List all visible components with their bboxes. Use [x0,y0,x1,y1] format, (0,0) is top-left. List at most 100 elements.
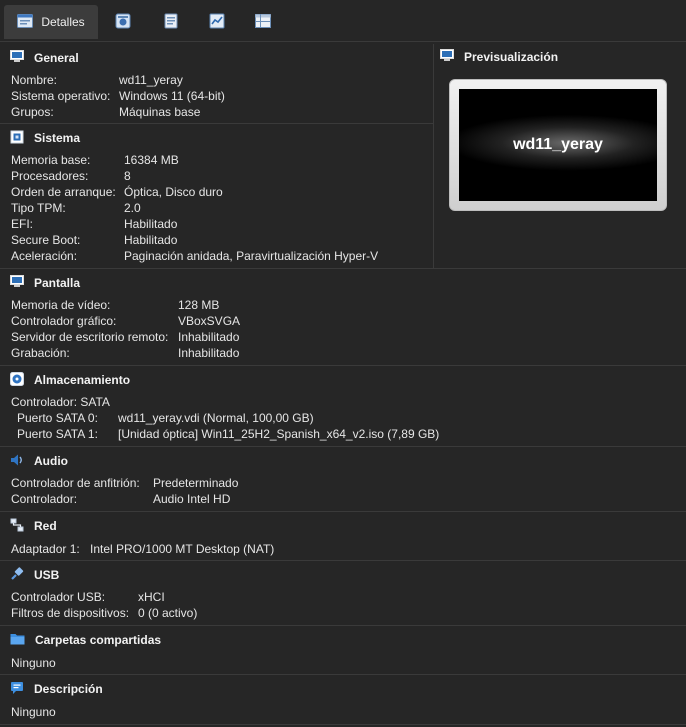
pantalla-row: Controlador gráfico: VBoxSVGA [11,313,671,329]
row-value: Predeterminado [153,476,239,490]
red-title: Red [34,519,57,533]
monitor-icon [10,50,24,66]
vm-preview-name: wd11_yeray [513,136,603,153]
row-value: 0 (0 activo) [138,606,198,620]
preview-title: Previsualización [464,50,559,64]
tab-logs[interactable] [154,5,188,39]
row-value: Ninguno [11,656,56,670]
row-value: Paginación anidada, Paravirtualización H… [124,249,379,263]
usb-title: USB [34,568,60,582]
audio-section: Audio Controlador de anfitrión: Predeter… [0,447,686,512]
descripcion-value: Ninguno [11,704,671,720]
row-key: Controlador: SATA [11,395,110,409]
usb-header: USB [10,566,59,584]
tab-activity[interactable] [200,5,234,39]
row-value: wd11_yeray.vdi (Normal, 100,00 GB) [118,411,314,425]
sistema-row: EFI: Habilitado [11,216,431,232]
row-value: 16384 MB [124,153,179,167]
descripcion-header: Descripción [10,680,103,698]
descripcion-title: Descripción [34,682,103,696]
properties-icon [255,13,271,31]
row-key: Grabación: [11,346,70,360]
carpetas-value: Ninguno [11,655,671,671]
sistema-row: Tipo TPM: 2.0 [11,200,431,216]
vm-preview[interactable]: wd11_yeray [449,79,667,211]
row-key: Filtros de dispositivos: [11,606,130,620]
pantalla-row: Memoria de vídeo: 128 MB [11,297,671,313]
monitor-icon [440,49,454,65]
audio-title: Audio [34,454,68,468]
row-key: Servidor de escritorio remoto: [11,330,169,344]
sistema-row: Procesadores: 8 [11,168,431,184]
sistema-title: Sistema [34,131,81,145]
red-section: Red Adaptador 1: Intel PRO/1000 MT Deskt… [0,512,686,561]
row-value: Óptica, Disco duro [124,185,223,199]
pantalla-row: Servidor de escritorio remoto: Inhabilit… [11,329,671,345]
preview-header: Previsualización [440,49,558,65]
pantalla-header: Pantalla [10,274,80,292]
activity-icon [209,13,225,32]
general-section: General Nombre: wd11_yeray Sistema opera… [0,44,433,124]
row-value: [Unidad óptica] Win11_25H2_Spanish_x64_v… [118,427,440,441]
row-key: Controlador: [11,492,78,506]
row-value: Intel PRO/1000 MT Desktop (NAT) [90,542,275,556]
tab-snapshots[interactable] [106,5,140,39]
row-value: 2.0 [124,201,141,215]
storage-row: Puerto SATA 1: [Unidad óptica] Win11_25H… [17,426,677,442]
row-key: Orden de arranque: [11,185,116,199]
storage-row: Puerto SATA 0: wd11_yeray.vdi (Normal, 1… [17,410,677,426]
audio-header: Audio [10,452,68,470]
row-key: Controlador de anfitrión: [11,476,140,490]
red-header: Red [10,517,57,535]
speaker-icon [10,453,24,470]
row-key: Adaptador 1: [11,542,80,556]
network-icon [10,518,24,535]
storage-controller: Controlador: SATA [11,394,671,410]
general-row: Grupos: Máquinas base [11,104,431,120]
tab-properties[interactable] [246,5,280,39]
row-key: Controlador gráfico: [11,314,117,328]
sistema-section: Sistema Memoria base: 16384 MB Procesado… [0,124,433,268]
general-title: General [34,51,79,65]
logs-icon [164,13,178,32]
pantalla-section: Pantalla Memoria de vídeo: 128 MB Contro… [0,269,686,366]
sistema-row: Orden de arranque: Óptica, Disco duro [11,184,431,200]
tab-details-label: Detalles [41,15,85,29]
network-row: Adaptador 1: Intel PRO/1000 MT Desktop (… [11,541,671,557]
row-key: Memoria base: [11,153,91,167]
details-icon [17,13,34,31]
usb-row: Filtros de dispositivos: 0 (0 activo) [11,605,671,621]
tab-details[interactable]: Detalles [4,5,98,39]
row-key: Memoria de vídeo: [11,298,111,312]
sistema-header: Sistema [10,129,80,147]
row-value: VBoxSVGA [178,314,241,328]
row-key: Tipo TPM: [11,201,66,215]
vm-preview-screen: wd11_yeray [459,89,657,201]
general-header: General [10,49,79,67]
row-value: Audio Intel HD [153,492,231,506]
usb-section: USB Controlador USB: xHCI Filtros de dis… [0,561,686,626]
row-value: Ninguno [11,705,56,719]
row-value: 8 [124,169,131,183]
general-row: Sistema operativo: Windows 11 (64-bit) [11,88,431,104]
carpetas-section: Carpetas compartidas Ninguno [0,626,686,675]
audio-row: Controlador: Audio Intel HD [11,491,671,507]
chip-icon [10,130,24,147]
row-value: Inhabilitado [178,346,240,360]
carpetas-header: Carpetas compartidas [10,631,161,649]
panel-divider [433,44,434,268]
usb-icon [10,566,24,584]
usb-row: Controlador USB: xHCI [11,589,671,605]
display-icon [10,275,24,291]
almacenamiento-section: Almacenamiento Controlador: SATA Puerto … [0,366,686,447]
row-key: Sistema operativo: [11,89,111,103]
row-value: Habilitado [124,233,178,247]
row-value: Inhabilitado [178,330,240,344]
row-value: 128 MB [178,298,220,312]
row-key: Nombre: [11,73,58,87]
row-key: Puerto SATA 0: [17,411,98,425]
almacenamiento-title: Almacenamiento [34,373,131,387]
snapshots-icon [115,13,131,32]
row-key: Puerto SATA 1: [17,427,98,441]
details-toolbar: Detalles [0,0,686,42]
